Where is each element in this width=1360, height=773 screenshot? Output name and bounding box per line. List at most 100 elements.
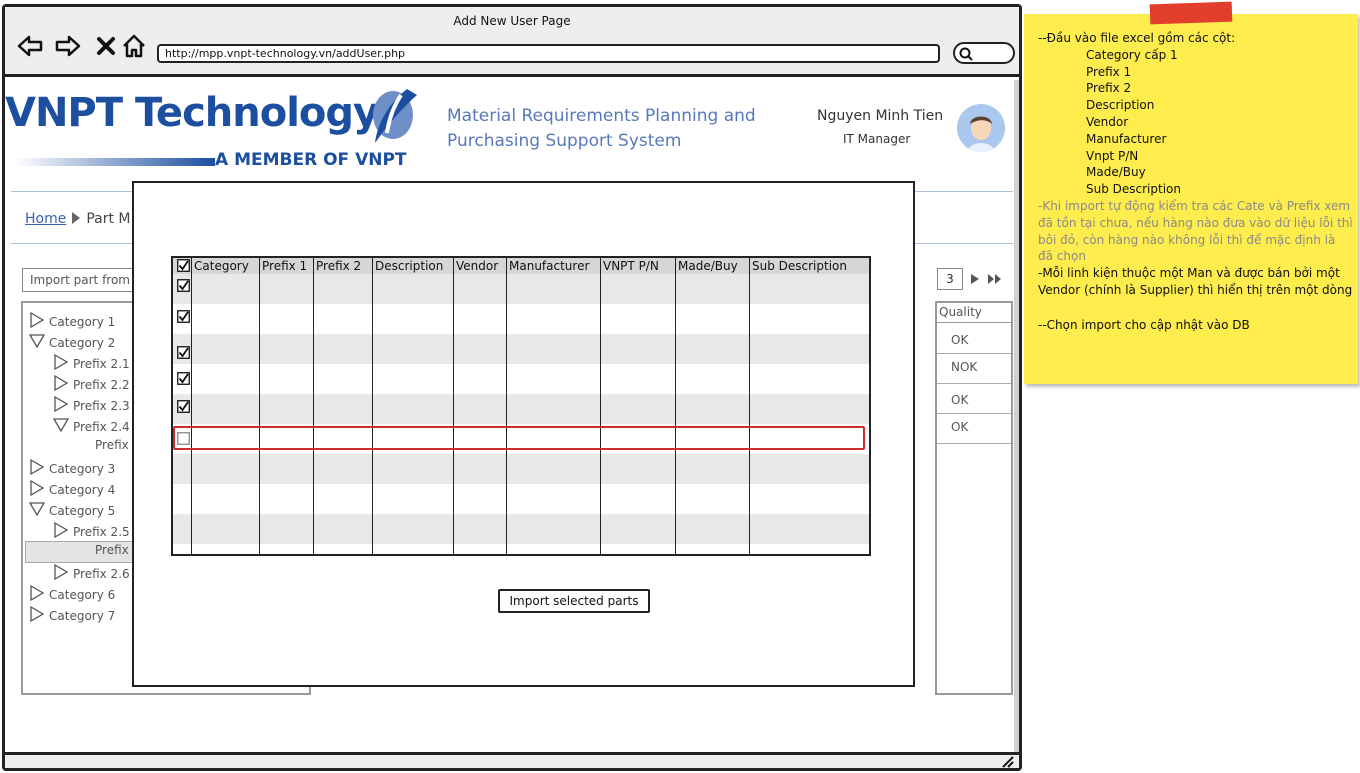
select-all-checkbox[interactable] (177, 259, 190, 272)
grid-row[interactable] (173, 484, 869, 514)
tree-item-label: Category 3 (49, 462, 116, 476)
quality-divider (937, 383, 1011, 384)
tree-item[interactable]: Category 7 (29, 606, 115, 623)
tree-item-label: Category 6 (49, 588, 116, 602)
grid-row[interactable] (173, 334, 869, 364)
tree-item[interactable]: Prefix 2.5 (53, 522, 130, 539)
row-checkbox[interactable] (177, 346, 190, 359)
vertical-scrollbar[interactable] (1014, 80, 1019, 755)
import-selected-parts-button[interactable]: Import selected parts (498, 589, 650, 613)
grid-column-header[interactable]: Made/Buy (678, 259, 738, 273)
browser-search-box[interactable] (953, 42, 1015, 64)
note-column-item: Category cấp 1 (1038, 47, 1354, 64)
grid-row[interactable] (173, 304, 869, 334)
note-column-item: Vnpt P/N (1038, 148, 1354, 165)
grid-column-divider (191, 258, 192, 554)
user-role: IT Manager (843, 132, 911, 146)
grid-column-header[interactable]: VNPT P/N (603, 259, 659, 273)
window-title: Add New User Page (453, 14, 571, 28)
error-row-highlight (173, 426, 865, 450)
grid-column-header[interactable]: Manufacturer (509, 259, 589, 273)
note-column-name: Prefix 1 (1086, 64, 1132, 79)
note-column-name: Vnpt P/N (1086, 148, 1139, 163)
grid-column-header[interactable]: Category (194, 259, 249, 273)
logo-underline (15, 158, 215, 166)
import-parts-grid: Category Prefix 1 Prefix 2 Description Vendo… (171, 256, 871, 556)
grid-row[interactable] (173, 454, 869, 484)
tree-item[interactable]: Prefix 2.1 (53, 354, 130, 371)
collapsed-triangle-icon[interactable] (29, 459, 45, 475)
close-x-icon[interactable] (93, 33, 119, 59)
row-checkbox[interactable] (177, 400, 190, 413)
tree-item-label: Prefix 2.3 (73, 399, 130, 413)
row-checkbox[interactable] (177, 310, 190, 323)
tree-item[interactable]: Category 5 (29, 501, 115, 518)
note-column-item: Description (1038, 97, 1354, 114)
note-column-name: Prefix 2 (1086, 81, 1132, 96)
breadcrumb-current: Part M (86, 211, 131, 227)
quality-divider (937, 443, 1011, 444)
tree-item-label: Category 2 (49, 336, 116, 350)
forward-arrow-icon[interactable] (55, 33, 81, 59)
tree-item[interactable]: Prefix 2.2 (53, 375, 130, 392)
grid-column-divider (313, 258, 314, 554)
quality-value: OK (951, 333, 969, 347)
tree-item[interactable]: Category 6 (29, 585, 115, 602)
grid-row[interactable] (173, 364, 869, 394)
tree-item[interactable]: Prefix 2.3 (53, 396, 130, 413)
note-column-name: Description (1086, 98, 1155, 113)
tree-item[interactable]: Prefix 2.6 (53, 564, 130, 581)
tree-item[interactable]: Category 4 (29, 480, 115, 497)
tree-item[interactable]: Category 1 (29, 312, 115, 329)
collapsed-triangle-icon[interactable] (53, 354, 69, 370)
grid-column-header[interactable]: Prefix 2 (316, 259, 361, 273)
note-column-name: Made/Buy (1086, 165, 1146, 180)
collapsed-triangle-icon[interactable] (53, 522, 69, 538)
grid-column-header[interactable]: Description (375, 259, 443, 273)
collapsed-triangle-icon[interactable] (29, 606, 45, 622)
quality-header: Quality (937, 303, 1011, 323)
collapsed-triangle-icon[interactable] (29, 585, 45, 601)
resize-grip-icon[interactable] (1001, 755, 1015, 768)
row-checkbox[interactable] (177, 279, 190, 292)
tree-item[interactable]: Category 2 (29, 333, 115, 350)
browser-titlebar: Add New User Page http://mpp.vnpt-techno… (5, 7, 1019, 77)
grid-row[interactable] (173, 274, 869, 304)
expanded-triangle-icon[interactable] (53, 417, 69, 433)
address-bar[interactable]: http://mpp.vnpt-technology.vn/addUser.ph… (157, 44, 940, 63)
collapsed-triangle-icon[interactable] (53, 396, 69, 412)
grid-column-header[interactable]: Vendor (456, 259, 498, 273)
back-arrow-icon[interactable] (17, 33, 43, 59)
note-column-name: Sub Description (1086, 182, 1181, 197)
grid-column-header[interactable]: Sub Description (752, 259, 847, 273)
collapsed-triangle-icon[interactable] (29, 480, 45, 496)
page-number-box[interactable]: 3 (937, 268, 963, 290)
last-page-icon[interactable] (987, 273, 1003, 285)
user-name: Nguyen Minh Tien (817, 108, 944, 124)
grid-row[interactable] (173, 514, 869, 544)
home-icon[interactable] (121, 33, 147, 59)
breadcrumb-home-link[interactable]: Home (25, 211, 66, 227)
grid-column-divider (749, 258, 750, 554)
row-checkbox[interactable] (177, 372, 190, 385)
expanded-triangle-icon[interactable] (29, 501, 45, 517)
tree-item[interactable]: Prefix (95, 438, 129, 452)
sticky-note: --Đầu vào file excel gồm các cột: Catego… (1024, 14, 1358, 384)
collapsed-triangle-icon[interactable] (53, 375, 69, 391)
tree-item[interactable]: Category 3 (29, 459, 115, 476)
tree-item[interactable]: Prefix (95, 543, 129, 557)
quality-column: Quality OK NOK OK OK (935, 301, 1013, 695)
breadcrumb-separator-icon (72, 212, 81, 224)
grid-column-header[interactable]: Prefix 1 (262, 259, 307, 273)
quality-divider (937, 353, 1011, 354)
note-column-name: Manufacturer (1086, 131, 1167, 146)
collapsed-triangle-icon[interactable] (29, 312, 45, 328)
grid-row[interactable] (173, 544, 869, 554)
user-avatar[interactable] (957, 104, 1005, 152)
collapsed-triangle-icon[interactable] (53, 564, 69, 580)
tree-item[interactable]: Prefix 2.4 (53, 417, 130, 434)
grid-row[interactable] (173, 394, 869, 424)
next-page-icon[interactable] (969, 273, 981, 285)
tree-item-label: Prefix 2.1 (73, 357, 130, 371)
expanded-triangle-icon[interactable] (29, 333, 45, 349)
